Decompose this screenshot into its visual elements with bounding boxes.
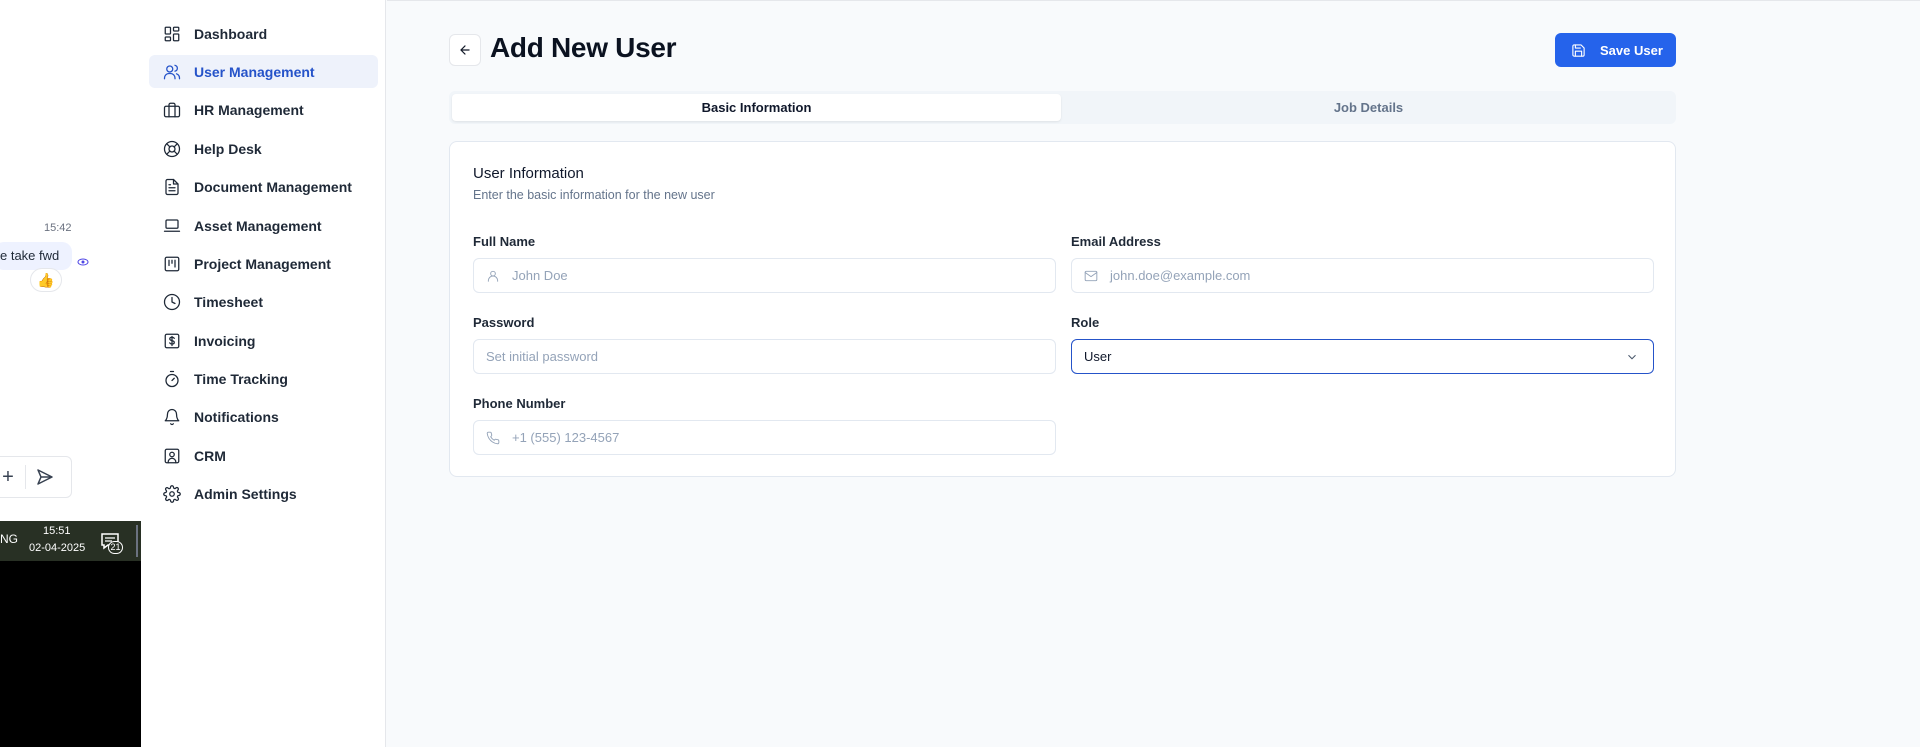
card-subtitle: Enter the basic information for the new …	[473, 188, 715, 202]
gantt-icon	[162, 254, 182, 274]
plus-icon[interactable]: +	[0, 467, 17, 487]
background-window-strip: 15:42 e take fwd 👍 + NG 15:51 02-04-2025…	[0, 0, 141, 747]
email-placeholder: john.doe@example.com	[1110, 268, 1251, 283]
form-tabs: Basic Information Job Details	[449, 91, 1676, 124]
sidebar-item-label: Project Management	[194, 255, 331, 272]
full-name-placeholder: John Doe	[512, 268, 568, 283]
chat-compose-box[interactable]: +	[0, 456, 72, 498]
sidebar-item-asset-management[interactable]: Asset Management	[149, 209, 378, 242]
sidebar-item-dashboard[interactable]: Dashboard	[149, 17, 378, 50]
sidebar-item-label: Time Tracking	[194, 370, 288, 387]
sidebar-item-user-management[interactable]: User Management	[149, 55, 378, 88]
sidebar-item-label: Help Desk	[194, 140, 262, 157]
taskbar-show-desktop[interactable]	[136, 525, 138, 557]
sidebar-item-timesheet[interactable]: Timesheet	[149, 285, 378, 318]
dollar-receipt-icon	[162, 331, 182, 351]
clock-icon	[162, 292, 182, 312]
os-taskbar: NG 15:51 02-04-2025 21	[0, 521, 141, 561]
file-text-icon	[162, 177, 182, 197]
sidebar-item-label: User Management	[194, 63, 315, 80]
user-icon	[486, 269, 500, 283]
mail-icon	[1084, 269, 1098, 283]
sidebar-item-label: Dashboard	[194, 25, 268, 42]
sidebar-item-help-desk[interactable]: Help Desk	[149, 132, 378, 165]
sidebar-item-document-management[interactable]: Document Management	[149, 170, 378, 203]
phone-input[interactable]: +1 (555) 123-4567	[473, 420, 1056, 455]
sidebar-item-label: Document Management	[194, 178, 352, 195]
sidebar-item-invoicing[interactable]: Invoicing	[149, 324, 378, 357]
chevron-down-icon	[1628, 354, 1636, 359]
phone-label: Phone Number	[473, 396, 566, 411]
main-content: Add New User Save User Basic Information…	[387, 0, 1920, 747]
user-information-card: User Information Enter the basic informa…	[449, 141, 1676, 477]
role-selected-value: User	[1084, 349, 1112, 364]
sidebar-item-notifications[interactable]: Notifications	[149, 400, 378, 433]
phone-icon	[486, 431, 500, 445]
sidebar: Dashboard User Management HR Management …	[141, 0, 386, 747]
sidebar-item-label: Invoicing	[194, 332, 256, 349]
seen-eye-icon	[77, 258, 89, 266]
save-floppy-icon	[1572, 43, 1585, 57]
back-button[interactable]	[449, 34, 481, 66]
bell-icon	[162, 407, 182, 427]
lifebuoy-icon	[162, 139, 182, 159]
sidebar-item-hr-management[interactable]: HR Management	[149, 93, 378, 126]
taskbar-clock-time[interactable]: 15:51	[43, 525, 71, 537]
chat-message-bubble[interactable]: e take fwd	[0, 242, 72, 270]
arrow-left-icon	[460, 45, 470, 55]
briefcase-icon	[162, 100, 182, 120]
notification-count-badge: 21	[108, 541, 123, 554]
password-label: Password	[473, 315, 535, 330]
sidebar-item-label: Admin Settings	[194, 485, 297, 502]
phone-placeholder: +1 (555) 123-4567	[512, 430, 620, 445]
password-input[interactable]: Set initial password	[473, 339, 1056, 374]
email-field[interactable]: john.doe@example.com	[1071, 258, 1654, 293]
taskbar-language[interactable]: NG	[0, 532, 18, 546]
sidebar-item-project-management[interactable]: Project Management	[149, 247, 378, 280]
email-label: Email Address	[1071, 234, 1161, 249]
tab-job-details[interactable]: Job Details	[1064, 94, 1673, 121]
save-user-button[interactable]: Save User	[1555, 33, 1676, 67]
sidebar-item-label: CRM	[194, 447, 226, 464]
laptop-icon	[162, 216, 182, 236]
taskbar-clock-date[interactable]: 02-04-2025	[29, 542, 85, 554]
sidebar-item-time-tracking[interactable]: Time Tracking	[149, 362, 378, 395]
dashboard-icon	[162, 24, 182, 44]
password-placeholder: Set initial password	[486, 349, 598, 364]
users-icon	[162, 62, 182, 82]
save-user-label: Save User	[1600, 42, 1663, 58]
compose-divider	[25, 465, 26, 489]
top-border	[387, 0, 1920, 1]
sidebar-item-label: Asset Management	[194, 217, 322, 234]
sidebar-item-crm[interactable]: CRM	[149, 439, 378, 472]
send-icon[interactable]	[35, 467, 55, 487]
page-title: Add New User	[490, 32, 677, 63]
sidebar-item-admin-settings[interactable]: Admin Settings	[149, 477, 378, 510]
sidebar-item-label: Notifications	[194, 408, 279, 425]
full-name-label: Full Name	[473, 234, 536, 249]
tab-basic-information[interactable]: Basic Information	[452, 94, 1061, 121]
sidebar-item-label: Timesheet	[194, 293, 263, 310]
stopwatch-icon	[162, 369, 182, 389]
full-name-input[interactable]: John Doe	[473, 258, 1056, 293]
sidebar-item-label: HR Management	[194, 101, 304, 118]
chat-timestamp: 15:42	[44, 222, 72, 234]
thumbs-up-reaction[interactable]: 👍	[30, 268, 62, 292]
desktop-background	[0, 561, 141, 747]
card-title: User Information	[473, 165, 584, 182]
gear-icon	[162, 484, 182, 504]
role-select[interactable]: User	[1071, 339, 1654, 374]
role-label: Role	[1071, 315, 1100, 330]
contact-card-icon	[162, 446, 182, 466]
